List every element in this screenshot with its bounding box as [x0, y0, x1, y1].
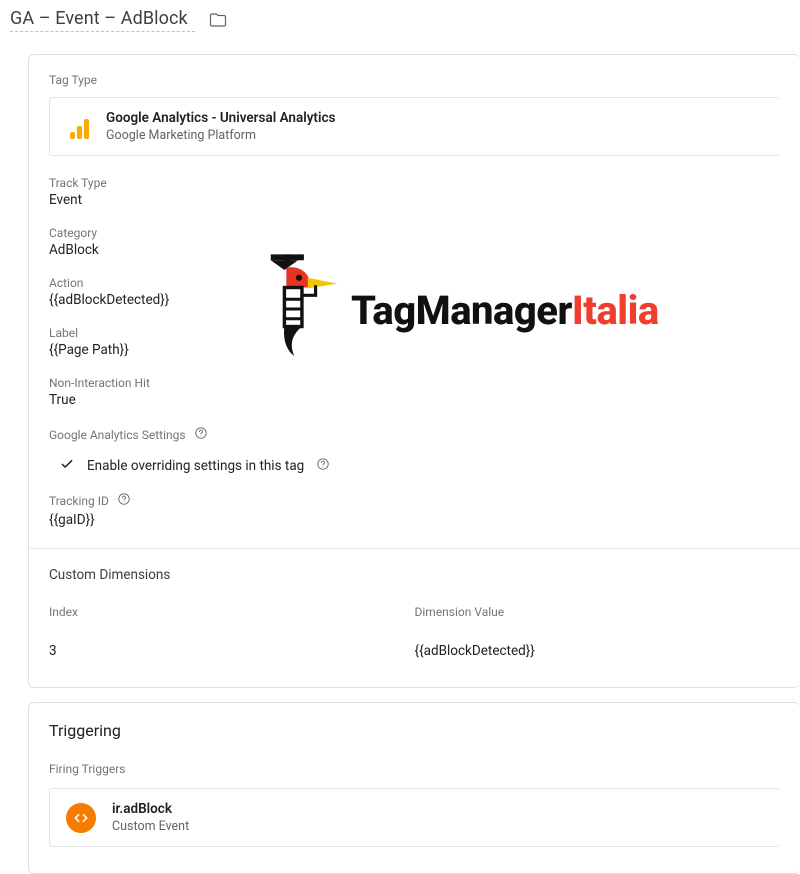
tag-type-title: Google Analytics - Universal Analytics — [106, 110, 335, 126]
label-label: Label — [49, 326, 780, 340]
index-header: Index — [49, 605, 415, 619]
tag-type-label: Tag Type — [49, 73, 780, 87]
dimension-value-header: Dimension Value — [415, 605, 781, 619]
action-label: Action — [49, 276, 780, 290]
firing-triggers-label: Firing Triggers — [49, 762, 780, 776]
action-value: {{adBlockDetected}} — [49, 292, 780, 308]
index-value: 3 — [49, 643, 415, 659]
track-type-label: Track Type — [49, 176, 780, 190]
help-icon[interactable] — [194, 426, 208, 444]
custom-dimensions-title: Custom Dimensions — [49, 567, 780, 583]
tag-type-card[interactable]: Google Analytics - Universal Analytics G… — [49, 97, 780, 156]
help-icon[interactable] — [316, 457, 330, 475]
tracking-id-label: Tracking ID — [49, 494, 109, 508]
triggering-panel: Triggering Firing Triggers ir.adBlock Cu… — [28, 702, 800, 874]
label-value: {{Page Path}} — [49, 342, 780, 358]
check-icon — [59, 456, 75, 476]
trigger-card[interactable]: ir.adBlock Custom Event — [49, 788, 780, 847]
help-icon[interactable] — [117, 492, 131, 510]
folder-icon[interactable] — [209, 11, 227, 29]
trigger-title: ir.adBlock — [112, 801, 189, 817]
page-title[interactable]: GA – Event – AdBlock — [10, 8, 195, 32]
category-label: Category — [49, 226, 780, 240]
noninteraction-label: Non-Interaction Hit — [49, 376, 780, 390]
analytics-icon — [66, 115, 90, 139]
track-type-value: Event — [49, 192, 780, 208]
tag-config-panel: Tag Type Google Analytics - Universal An… — [28, 54, 800, 688]
override-settings-label: Enable overriding settings in this tag — [87, 458, 304, 474]
divider — [29, 548, 800, 549]
category-value: AdBlock — [49, 242, 780, 258]
dimension-value: {{adBlockDetected}} — [415, 643, 781, 659]
custom-event-icon — [66, 803, 96, 833]
triggering-title: Triggering — [49, 721, 780, 740]
tag-type-subtitle: Google Marketing Platform — [106, 128, 335, 143]
noninteraction-value: True — [49, 392, 780, 408]
ga-settings-label: Google Analytics Settings — [49, 428, 186, 442]
tracking-id-value: {{gaID}} — [49, 512, 780, 528]
trigger-subtitle: Custom Event — [112, 819, 189, 834]
